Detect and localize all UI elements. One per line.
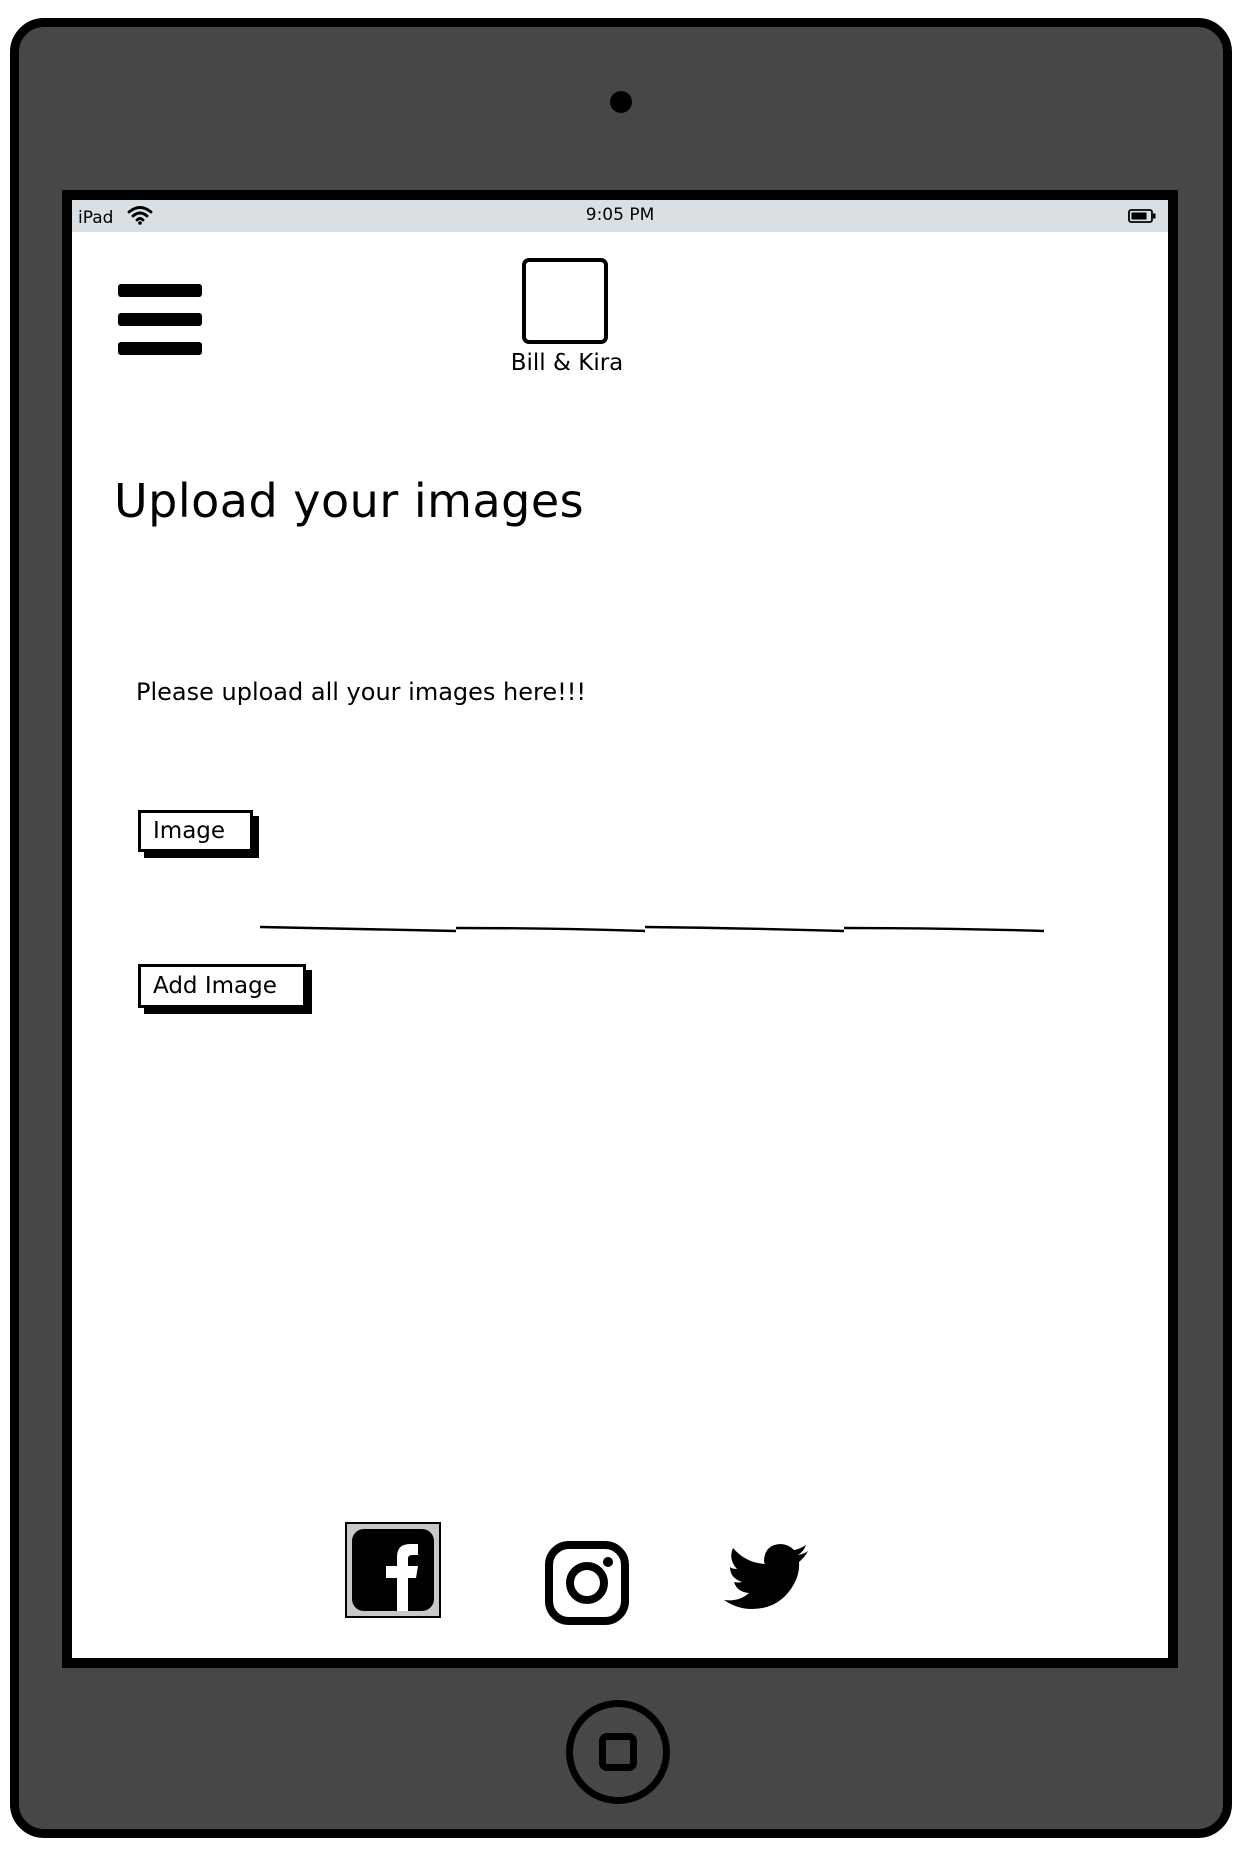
facebook-icon[interactable] bbox=[345, 1522, 441, 1618]
logo-image-placeholder bbox=[522, 258, 608, 344]
image-button-label: Image bbox=[153, 818, 226, 844]
logo-caption: Bill & Kira bbox=[510, 350, 624, 376]
twitter-icon[interactable] bbox=[720, 1542, 810, 1618]
camera-icon bbox=[610, 91, 632, 113]
home-button[interactable] bbox=[566, 1700, 670, 1804]
image-button[interactable]: Image bbox=[138, 810, 253, 852]
page-title: Upload your images bbox=[114, 474, 585, 528]
instagram-icon[interactable] bbox=[544, 1540, 630, 1626]
status-time: 9:05 PM bbox=[585, 205, 655, 225]
screen: iPad 9:05 PM Bill & Kira Upload your ima… bbox=[72, 200, 1168, 1658]
status-bar: iPad 9:05 PM bbox=[72, 200, 1168, 232]
image-upload-field[interactable] bbox=[258, 917, 1048, 941]
add-image-button[interactable]: Add Image bbox=[138, 964, 306, 1008]
battery-icon bbox=[1128, 208, 1156, 223]
social-footer bbox=[72, 1522, 1168, 1632]
home-button-icon bbox=[599, 1733, 637, 1771]
hamburger-menu-icon[interactable] bbox=[118, 284, 202, 356]
upload-field-underline bbox=[259, 925, 1045, 933]
intro-text: Please upload all your images here!!! bbox=[136, 678, 586, 706]
add-image-button-label: Add Image bbox=[153, 973, 277, 999]
